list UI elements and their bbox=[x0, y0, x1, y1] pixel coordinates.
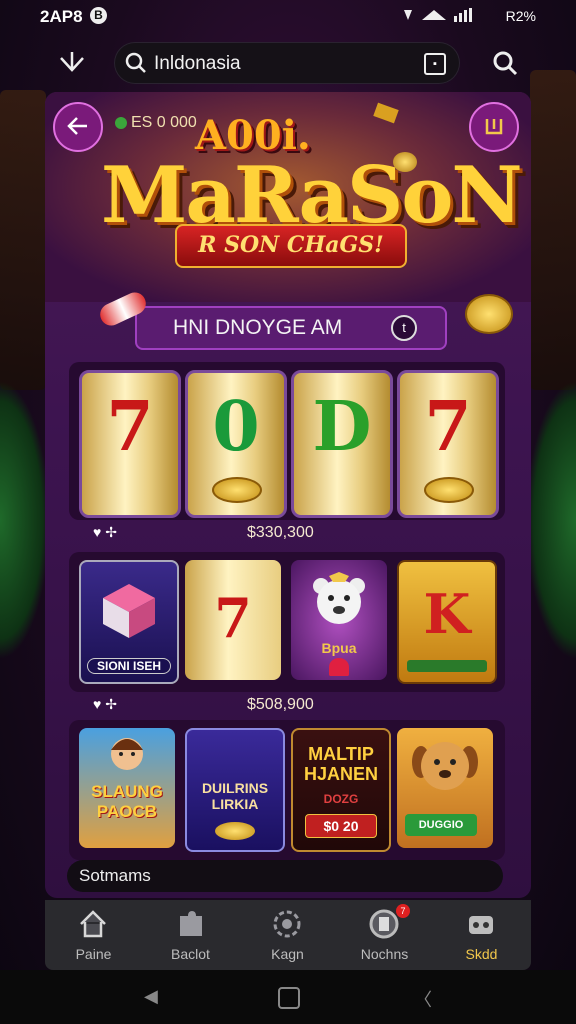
bear-icon bbox=[313, 572, 365, 624]
reel: D bbox=[291, 370, 393, 518]
status-bar: 2AP8 B R2% bbox=[0, 0, 576, 34]
row-meta: ♥ ✢ $330,300 bbox=[45, 524, 531, 548]
tile-symbol: K bbox=[423, 582, 471, 646]
nav-item-notifications[interactable]: 7 Nochns bbox=[336, 900, 433, 970]
game-tile[interactable]: DUILRINS LIRKIA bbox=[185, 728, 285, 852]
background-table bbox=[0, 380, 50, 660]
home-icon bbox=[80, 910, 106, 938]
battery-indicator: R2% bbox=[505, 8, 536, 24]
tile-name: MALTIP HJANEN bbox=[303, 744, 378, 784]
nav-label: Nochns bbox=[360, 946, 409, 962]
nav-item-settings[interactable]: Kagn bbox=[239, 900, 336, 970]
cube-icon bbox=[103, 584, 155, 638]
nav-label: Baclot bbox=[171, 946, 210, 962]
scan-icon[interactable]: ▪ bbox=[424, 53, 446, 75]
settings-icon bbox=[273, 910, 301, 938]
back-icon[interactable]: ◀ bbox=[144, 986, 158, 1007]
status-time: 2AP8 bbox=[40, 7, 83, 26]
tile-label: DUGGIO bbox=[405, 814, 477, 836]
row-amount: $508,900 bbox=[247, 696, 314, 713]
tile-name: SLAUNG PAOCB bbox=[91, 782, 163, 821]
game-tile[interactable]: DUGGIO bbox=[397, 728, 493, 848]
puzzle-icon bbox=[180, 911, 202, 936]
reel-symbol: 7 bbox=[424, 387, 472, 467]
row-meta: ♥ ✢ $508,900 bbox=[45, 696, 531, 720]
recents-icon[interactable]: 〈 bbox=[414, 986, 432, 1012]
dog-icon bbox=[412, 742, 478, 790]
bottom-input-text[interactable]: Sotmams bbox=[79, 866, 151, 886]
character-icon bbox=[111, 738, 143, 770]
coin-decoration bbox=[373, 102, 399, 124]
game-icon bbox=[469, 916, 493, 934]
nav-item-games[interactable]: Skdd bbox=[433, 900, 530, 970]
tile-pill: $0 20 bbox=[305, 814, 377, 838]
search-bar[interactable]: Inldonasia ▪ bbox=[114, 42, 460, 84]
bottom-nav: Paine Baclot Kagn 7 Nochns Skdd bbox=[45, 900, 531, 970]
reel-symbol: 7 bbox=[106, 387, 154, 467]
coin-icon bbox=[424, 477, 474, 503]
slot-title: HNI DNOYGE AM bbox=[173, 316, 343, 339]
search-icon[interactable] bbox=[490, 48, 522, 80]
reel: 0 bbox=[185, 370, 287, 518]
signal-icons bbox=[400, 6, 490, 31]
game-tile[interactable]: SLAUNG PAOCB bbox=[79, 728, 175, 848]
hearts-icon: ♥ ✢ bbox=[93, 696, 117, 712]
tile-name: DUILRINS LIRKIA bbox=[201, 780, 269, 812]
coin-icon bbox=[215, 822, 255, 840]
menu-button[interactable] bbox=[469, 102, 519, 152]
slot-title-bar[interactable]: HNI DNOYGE AM t bbox=[135, 306, 447, 350]
row-amount: $330,300 bbox=[247, 524, 314, 541]
game-tile[interactable]: SIONI ISEH bbox=[79, 560, 179, 684]
tile-bar bbox=[407, 660, 487, 672]
game-tile[interactable]: K bbox=[397, 560, 497, 684]
search-icon bbox=[124, 51, 148, 75]
banner-ribbon: R SON CHaGS! bbox=[175, 224, 407, 268]
background-table bbox=[526, 380, 576, 660]
game-tiles-row: SIONI ISEH 7 Bpua K bbox=[69, 552, 505, 692]
nav-item-puzzle[interactable]: Baclot bbox=[142, 900, 239, 970]
nav-item-home[interactable]: Paine bbox=[45, 900, 142, 970]
heart-icon bbox=[329, 658, 349, 676]
reel-symbol: 0 bbox=[212, 387, 260, 467]
ribbon-text: R SON CHaGS! bbox=[198, 232, 384, 258]
notification-badge: 7 bbox=[396, 904, 410, 918]
currency-icon bbox=[115, 117, 127, 129]
game-tiles-row: SLAUNG PAOCB DUILRINS LIRKIA MALTIP HJAN… bbox=[69, 720, 505, 860]
tile-subtitle: DOZG bbox=[323, 792, 359, 806]
background-slot-machine bbox=[0, 90, 46, 390]
hearts-icon: ♥ ✢ bbox=[93, 524, 117, 540]
game-tile[interactable]: MALTIP HJANEN DOZG $0 20 bbox=[291, 728, 391, 852]
back-button[interactable] bbox=[53, 102, 103, 152]
tile-label: SIONI ISEH bbox=[87, 658, 171, 674]
balance-amount: ES 0 000 bbox=[131, 114, 197, 131]
bottom-input[interactable]: Sotmams bbox=[67, 860, 503, 892]
promo-banner[interactable]: ES 0 000 A00i. MaRaSoN R SON CHaGS! bbox=[45, 92, 531, 302]
home-icon[interactable] bbox=[278, 987, 300, 1009]
background-slot-machine bbox=[530, 70, 576, 390]
notification-icon bbox=[369, 909, 399, 939]
system-nav: ◀ 〈 bbox=[0, 970, 576, 1024]
slot-reels[interactable]: 7 0 D 7 bbox=[69, 362, 505, 520]
nav-label: Kagn bbox=[271, 946, 304, 962]
game-tile[interactable]: Bpua bbox=[291, 560, 387, 680]
game-tile[interactable]: 7 bbox=[185, 560, 281, 680]
tile-label: Bpua bbox=[321, 640, 357, 656]
tile-symbol: 7 bbox=[214, 586, 252, 650]
coin-icon bbox=[212, 477, 262, 503]
coin-decoration bbox=[393, 152, 417, 172]
nav-label: Paine bbox=[75, 946, 112, 962]
reel: 7 bbox=[79, 370, 181, 518]
notification-icon: B bbox=[90, 7, 107, 24]
coin-decoration bbox=[465, 294, 513, 334]
nav-label: Skdd bbox=[465, 946, 498, 962]
download-icon[interactable] bbox=[56, 48, 88, 80]
reel: 7 bbox=[397, 370, 499, 518]
info-icon[interactable]: t bbox=[391, 315, 417, 341]
reel-symbol: D bbox=[312, 387, 372, 467]
search-input[interactable]: Inldonasia bbox=[154, 53, 241, 75]
game-panel: ES 0 000 A00i. MaRaSoN R SON CHaGS! HNI … bbox=[45, 92, 531, 898]
